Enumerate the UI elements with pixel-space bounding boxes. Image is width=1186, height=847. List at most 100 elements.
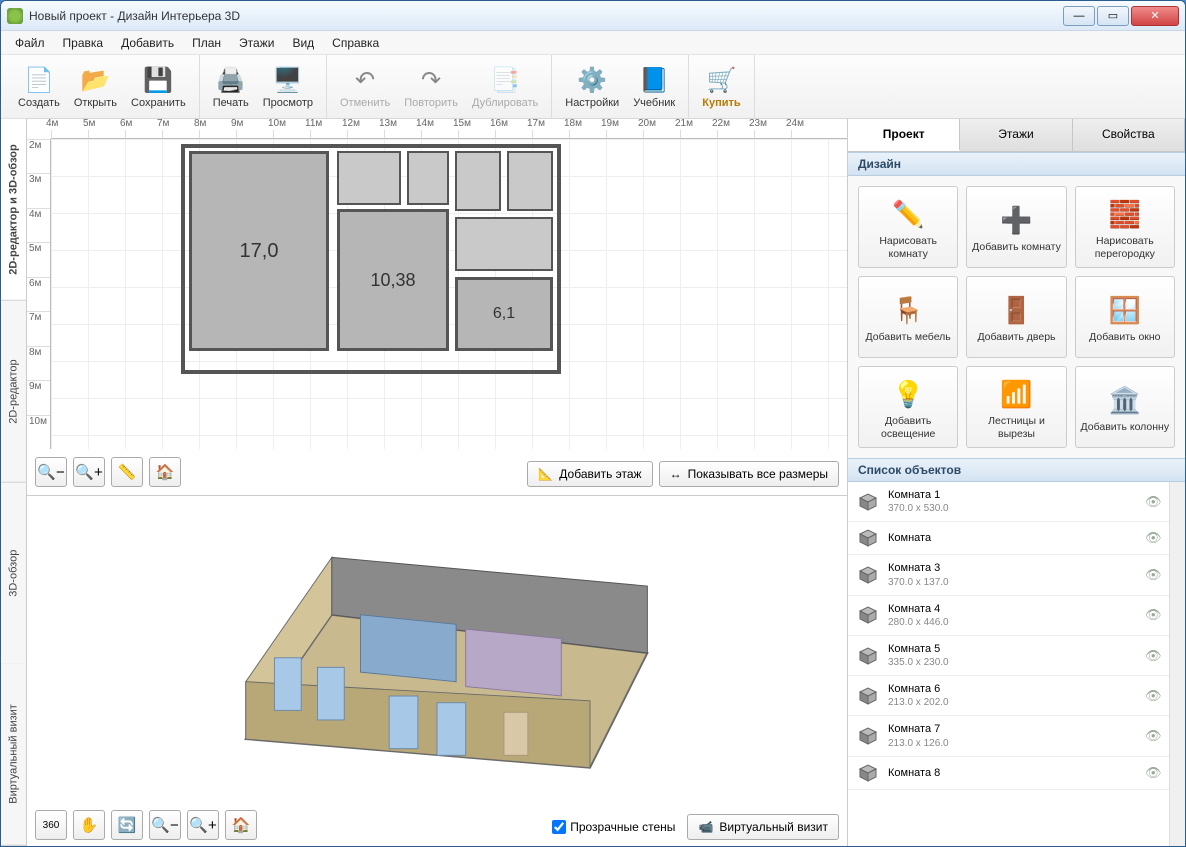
list-item[interactable]: Комната👁 [848, 522, 1169, 555]
visibility-icon[interactable]: 👁 [1145, 567, 1161, 583]
visibility-icon[interactable]: 👁 [1145, 728, 1161, 744]
view-2d[interactable]: 4м5м6м7м8м9м10м11м12м13м14м15м16м17м18м1… [27, 119, 847, 496]
camera-icon: 📹 [698, 820, 713, 834]
object-list[interactable]: Комната 1370.0 x 530.0👁Комната👁Комната 3… [848, 482, 1169, 846]
list-item[interactable]: Комната 7213.0 x 126.0👁 [848, 716, 1169, 756]
list-item[interactable]: Комната 3370.0 x 137.0👁 [848, 555, 1169, 595]
ruler-button[interactable]: 📏 [111, 457, 143, 487]
buy-button[interactable]: 🛒Купить [695, 61, 747, 112]
stairs-icon: 📐 [538, 467, 553, 481]
folder-open-icon: 📂 [79, 64, 111, 96]
transparent-walls-checkbox[interactable]: Прозрачные стены [552, 820, 675, 834]
zoom-in-3d-button[interactable]: 🔍+ [187, 810, 219, 840]
menu-floors[interactable]: Этажи [231, 33, 282, 53]
home-button[interactable]: 🏠 [149, 457, 181, 487]
tab-properties[interactable]: Свойства [1073, 119, 1185, 151]
visibility-icon[interactable]: 👁 [1145, 688, 1161, 704]
visibility-icon[interactable]: 👁 [1145, 765, 1161, 781]
zoom-out-3d-button[interactable]: 🔍− [149, 810, 181, 840]
add-column-button[interactable]: 🏛️Добавить колонну [1075, 366, 1175, 448]
room-small-2[interactable] [407, 151, 449, 205]
open-button[interactable]: 📂Открыть [67, 61, 124, 112]
vtab-3d[interactable]: 3D-обзор [1, 483, 26, 665]
add-lighting-button[interactable]: 💡Добавить освещение [858, 366, 958, 448]
room-3[interactable]: 6,1 [455, 277, 553, 351]
duplicate-button[interactable]: 📑Дублировать [465, 61, 545, 112]
room-3d-render [31, 500, 843, 806]
add-window-button[interactable]: 🪟Добавить окно [1075, 276, 1175, 358]
close-button[interactable]: ✕ [1131, 6, 1179, 26]
save-button[interactable]: 💾Сохранить [124, 61, 193, 112]
window-title: Новый проект - Дизайн Интерьера 3D [29, 9, 1063, 23]
vtab-virtual[interactable]: Виртуальный визит [1, 664, 26, 846]
tab-floors[interactable]: Этажи [960, 119, 1072, 151]
view-3d[interactable]: 360 ✋ 🔄 🔍− 🔍+ 🏠 Прозрачные стены 📹Виртуа… [27, 496, 847, 846]
menu-plan[interactable]: План [184, 33, 229, 53]
redo-button[interactable]: ↷Повторить [397, 61, 465, 112]
left-view-tabs: 2D-редактор и 3D-обзор 2D-редактор 3D-об… [1, 119, 27, 846]
visibility-icon[interactable]: 👁 [1145, 530, 1161, 546]
menu-add[interactable]: Добавить [113, 33, 182, 53]
add-floor-button[interactable]: 📐Добавить этаж [527, 461, 652, 487]
room-small-3[interactable] [455, 151, 501, 211]
list-item[interactable]: Комната 5335.0 x 230.0👁 [848, 636, 1169, 676]
vtab-2d[interactable]: 2D-редактор [1, 301, 26, 483]
list-item[interactable]: Комната 1370.0 x 530.0👁 [848, 482, 1169, 522]
room-small-5[interactable] [455, 217, 553, 271]
room-2[interactable]: 10,38 [337, 209, 449, 351]
print-button[interactable]: 🖨️Печать [206, 61, 256, 112]
preview-button[interactable]: 🖥️Просмотр [256, 61, 320, 112]
app-window: Новый проект - Дизайн Интерьера 3D — ▭ ✕… [0, 0, 1186, 847]
right-panel-tabs: Проект Этажи Свойства [848, 119, 1185, 152]
maximize-button[interactable]: ▭ [1097, 6, 1129, 26]
tab-project[interactable]: Проект [848, 119, 960, 151]
add-furniture-button[interactable]: 🪑Добавить мебель [858, 276, 958, 358]
cube-icon [856, 605, 880, 625]
door-icon: 🚪 [998, 292, 1034, 328]
canvas-2d[interactable]: 17,0 10,38 6,1 [51, 139, 847, 449]
list-item[interactable]: Комната 4280.0 x 446.0👁 [848, 596, 1169, 636]
add-room-button[interactable]: ➕Добавить комнату [966, 186, 1066, 268]
minimize-button[interactable]: — [1063, 6, 1095, 26]
zoom-out-button[interactable]: 🔍− [35, 457, 67, 487]
vtab-2d-3d[interactable]: 2D-редактор и 3D-обзор [1, 119, 26, 301]
virtual-visit-button[interactable]: 📹Виртуальный визит [687, 814, 839, 840]
visibility-icon[interactable]: 👁 [1145, 648, 1161, 664]
visibility-icon[interactable]: 👁 [1145, 494, 1161, 510]
settings-button[interactable]: ⚙️Настройки [558, 61, 626, 112]
room-1[interactable]: 17,0 [189, 151, 329, 351]
pan-button[interactable]: ✋ [73, 810, 105, 840]
scrollbar[interactable] [1169, 482, 1185, 846]
titlebar[interactable]: Новый проект - Дизайн Интерьера 3D — ▭ ✕ [1, 1, 1185, 31]
undo-button[interactable]: ↶Отменить [333, 61, 397, 112]
view-2d-toolbar: 🔍− 🔍+ 📏 🏠 [35, 457, 181, 487]
draw-partition-button[interactable]: 🧱Нарисовать перегородку [1075, 186, 1175, 268]
rotate-360-button[interactable]: 360 [35, 810, 67, 840]
canvas-3d[interactable] [31, 500, 843, 806]
orbit-button[interactable]: 🔄 [111, 810, 143, 840]
right-panel: Проект Этажи Свойства Дизайн ✏️Нарисоват… [847, 119, 1185, 846]
bulb-icon: 💡 [890, 376, 926, 412]
menu-edit[interactable]: Правка [55, 33, 112, 53]
list-item[interactable]: Комната 8👁 [848, 757, 1169, 790]
menu-help[interactable]: Справка [324, 33, 387, 53]
draw-room-button[interactable]: ✏️Нарисовать комнату [858, 186, 958, 268]
gear-icon: ⚙️ [576, 64, 608, 96]
room-small-1[interactable] [337, 151, 401, 205]
stairs-cutouts-button[interactable]: 📶Лестницы и вырезы [966, 366, 1066, 448]
list-item[interactable]: Комната 6213.0 x 202.0👁 [848, 676, 1169, 716]
add-door-button[interactable]: 🚪Добавить дверь [966, 276, 1066, 358]
undo-icon: ↶ [349, 64, 381, 96]
show-dimensions-button[interactable]: ↔Показывать все размеры [659, 461, 839, 487]
copy-icon: 📑 [489, 64, 521, 96]
create-button[interactable]: 📄Создать [11, 61, 67, 112]
room-small-4[interactable] [507, 151, 553, 211]
menu-view[interactable]: Вид [284, 33, 322, 53]
tutorial-button[interactable]: 📘Учебник [626, 61, 682, 112]
home-3d-button[interactable]: 🏠 [225, 810, 257, 840]
visibility-icon[interactable]: 👁 [1145, 607, 1161, 623]
cart-icon: 🛒 [705, 64, 737, 96]
design-buttons-grid: ✏️Нарисовать комнату ➕Добавить комнату 🧱… [848, 176, 1185, 458]
zoom-in-button[interactable]: 🔍+ [73, 457, 105, 487]
menu-file[interactable]: Файл [7, 33, 53, 53]
